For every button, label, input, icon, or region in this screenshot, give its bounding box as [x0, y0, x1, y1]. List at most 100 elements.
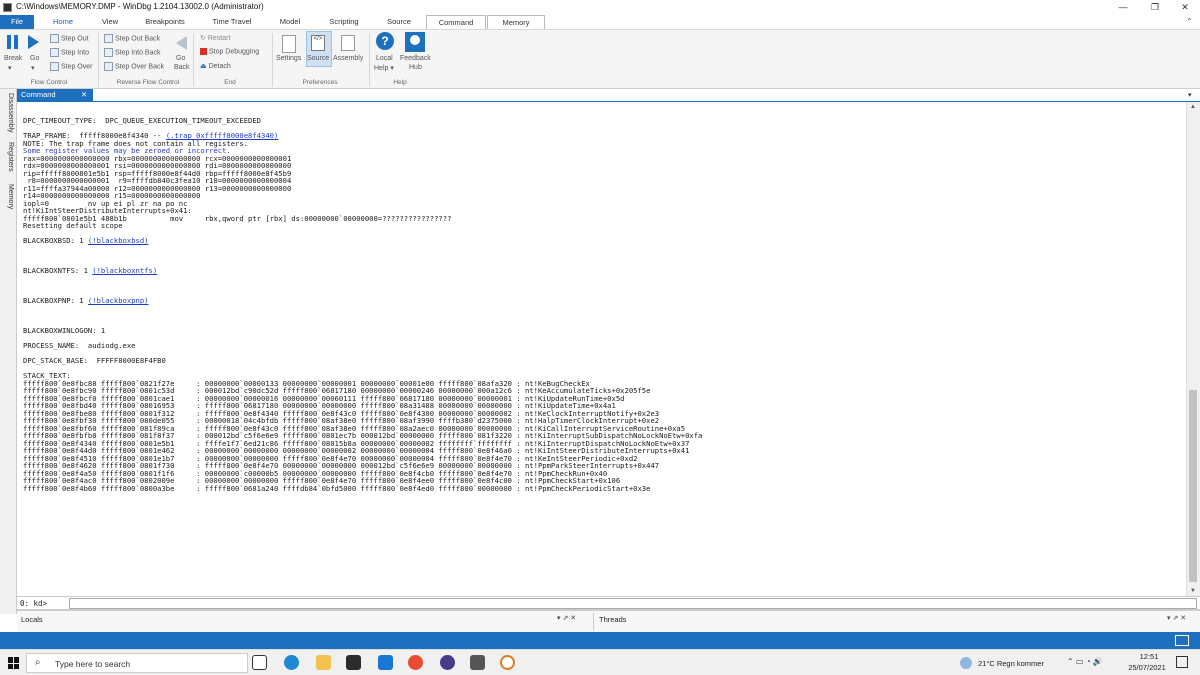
weather-icon[interactable]	[960, 657, 972, 669]
tab-file[interactable]: File	[0, 15, 34, 29]
step-over-button[interactable]: Step Over	[50, 62, 92, 71]
threads-pane-controls[interactable]: ▾ ⇗ ✕	[1167, 614, 1186, 622]
file-explorer-icon[interactable]	[316, 655, 331, 670]
restart-button[interactable]: ↻ Restart	[200, 34, 230, 42]
minimize-button[interactable]: —	[1108, 0, 1138, 15]
edge-browser-icon[interactable]	[284, 655, 299, 670]
taskbar-search[interactable]: ⌕ Type here to search	[26, 653, 248, 673]
tab-memory-side[interactable]: Memory	[7, 184, 14, 209]
left-tool-tabs: Disassembly Registers Memory	[0, 89, 17, 614]
go-back-label: Go	[176, 55, 186, 62]
settings-icon[interactable]	[282, 35, 296, 53]
tab-model[interactable]: Model	[277, 15, 303, 29]
tab-view[interactable]: View	[100, 15, 120, 29]
go-back-icon[interactable]	[176, 36, 187, 50]
maximize-button[interactable]: ❐	[1140, 0, 1170, 15]
notification-icon[interactable]	[1175, 635, 1189, 646]
go-dropdown-icon[interactable]: ▾	[31, 64, 35, 72]
stop-debugging-button[interactable]: Stop Debugging	[200, 48, 259, 55]
scroll-down-icon[interactable]: ▼	[1190, 588, 1196, 594]
output-line: DPC_STACK_BASE: FFFFF8000E8F4FB0	[23, 356, 166, 365]
go-label: Go	[30, 55, 40, 62]
windbg-taskbar-icon[interactable]	[470, 655, 485, 670]
feedback-hub-label-2: Hub	[409, 64, 422, 71]
threads-pane-title[interactable]: Threads	[599, 615, 627, 624]
step-into-icon	[50, 48, 59, 57]
tab-time-travel[interactable]: Time Travel	[211, 15, 253, 29]
source-label: Source	[307, 55, 330, 62]
step-over-icon	[50, 62, 59, 71]
chrome-icon[interactable]	[408, 655, 423, 670]
action-center-icon[interactable]	[1176, 656, 1188, 668]
scroll-up-icon[interactable]: ▲	[1190, 104, 1196, 110]
output-line: Resetting default scope	[23, 221, 123, 230]
tab-command[interactable]: Command	[426, 15, 486, 29]
tab-memory[interactable]: Memory	[487, 15, 545, 29]
store-icon[interactable]	[346, 655, 361, 670]
search-app-icon[interactable]	[500, 655, 515, 670]
task-view-icon[interactable]	[252, 655, 267, 670]
windows-start-icon[interactable]	[8, 657, 20, 669]
collapse-ribbon-icon[interactable]: ⌃	[1186, 17, 1193, 26]
step-out-icon	[50, 34, 59, 43]
group-end: End	[224, 79, 236, 86]
output-line: BLACKBOXNTFS: 1 (!blackboxntfs)	[23, 266, 158, 275]
clock-date[interactable]: 25/07/2021	[1126, 663, 1168, 672]
dml-link[interactable]: (!blackboxpnp)	[88, 296, 149, 305]
break-button[interactable]	[6, 35, 19, 49]
weather-text[interactable]: 21°C Regn kommer	[978, 659, 1044, 668]
mail-icon[interactable]	[378, 655, 393, 670]
output-line: r14=0000000000000000 r15=000000000000000…	[23, 191, 201, 200]
tab-registers[interactable]: Registers	[7, 142, 14, 172]
tab-scripting[interactable]: Scripting	[327, 15, 361, 29]
tab-breakpoints[interactable]: Breakpoints	[142, 15, 188, 29]
output-line: BLACKBOXWINLOGON: 1	[23, 326, 106, 335]
feedback-hub-icon[interactable]	[405, 32, 425, 52]
tray-icons[interactable]: ⌃ ▭ ◔ 🔊	[1067, 657, 1103, 666]
step-over-back-button[interactable]: Step Over Back	[104, 62, 164, 71]
go-back-label-2: Back	[174, 64, 190, 71]
help-icon[interactable]: ?	[376, 32, 394, 50]
step-into-button[interactable]: Step Into	[50, 48, 89, 57]
assembly-icon[interactable]	[341, 35, 355, 51]
local-help-label: Local	[376, 55, 393, 62]
tab-disassembly[interactable]: Disassembly	[7, 93, 14, 133]
break-label: Break	[4, 55, 23, 62]
tab-source[interactable]: Source	[385, 15, 413, 29]
locals-pane-title[interactable]: Locals	[21, 615, 43, 624]
app-icon[interactable]	[440, 655, 455, 670]
break-dropdown-icon[interactable]: ▾	[8, 64, 12, 72]
scrollbar-thumb[interactable]	[1189, 390, 1197, 582]
dml-link[interactable]: (!blackboxbsd)	[88, 236, 149, 245]
go-icon[interactable]	[28, 35, 39, 49]
step-into-back-icon	[104, 48, 113, 57]
output-line: BLACKBOXBSD: 1 (!blackboxbsd)	[23, 236, 149, 245]
local-help-label-2: Help ▾	[374, 65, 394, 72]
step-into-back-button[interactable]: Step Into Back	[104, 48, 160, 57]
command-window-tab[interactable]: Command ✕	[17, 89, 93, 101]
close-button[interactable]: ✕	[1170, 0, 1200, 15]
group-divider	[98, 33, 99, 87]
detach-button[interactable]: ⏏ Detach	[200, 62, 231, 70]
step-out-back-button[interactable]: Step Out Back	[104, 34, 160, 43]
command-window-menu-icon[interactable]: ▾	[1188, 91, 1192, 99]
source-code-icon: </>	[311, 35, 325, 51]
dml-link[interactable]: (!blackboxntfs)	[92, 266, 157, 275]
restart-icon: ↻	[200, 35, 206, 42]
step-out-button[interactable]: Step Out	[50, 34, 89, 43]
close-command-tab-icon[interactable]: ✕	[81, 89, 87, 101]
locals-pane-controls[interactable]: ▾ ⇗ ✕	[557, 614, 576, 622]
tab-home[interactable]: Home	[50, 15, 76, 29]
search-icon: ⌕	[35, 657, 41, 668]
clock-time[interactable]: 12:51	[1131, 652, 1167, 661]
output-line: iopl=0 nv up ei pl zr na po nc	[23, 198, 188, 208]
command-input[interactable]	[69, 598, 1197, 609]
step-out-back-icon	[104, 34, 113, 43]
